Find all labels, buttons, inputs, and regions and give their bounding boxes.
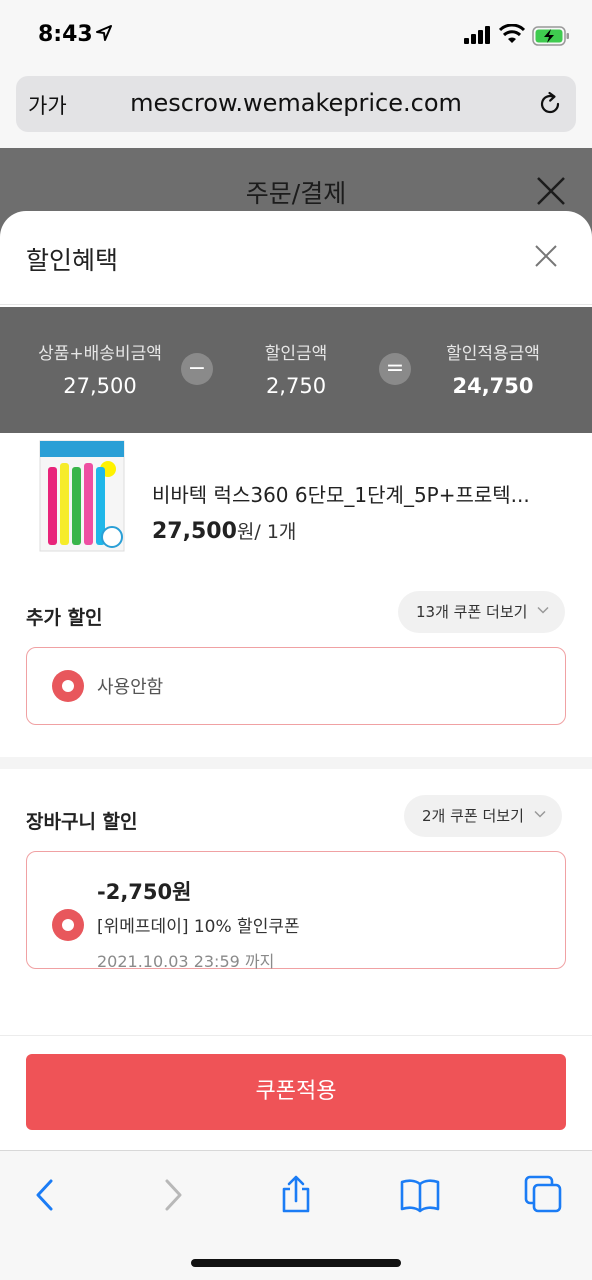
browser-address-area: 가가 mescrow.wemakeprice.com xyxy=(0,60,592,150)
battery-charging-icon xyxy=(532,26,569,46)
sheet-title: 할인혜택 xyxy=(26,246,119,275)
radio-selected-icon[interactable] xyxy=(52,909,84,941)
cart-coupon-option[interactable]: -2,750원 [위메프데이] 10% 할인쿠폰 2021.10.03 23:5… xyxy=(26,851,566,971)
wifi-icon xyxy=(499,24,525,43)
summary-discount: 할인금액 2,750 xyxy=(196,339,396,398)
reload-icon[interactable] xyxy=(536,90,564,118)
additional-discount-label: 추가 할인 xyxy=(26,607,103,629)
summary-subtotal: 상품+배송비금액 27,500 xyxy=(0,339,200,398)
more-coupons-button[interactable]: 2개 쿠폰 더보기 xyxy=(404,795,562,837)
more-coupons-button[interactable]: 13개 쿠폰 더보기 xyxy=(398,591,566,633)
home-indicator xyxy=(191,1259,401,1267)
forward-icon[interactable] xyxy=(152,1175,192,1215)
bookmarks-icon[interactable] xyxy=(400,1175,440,1215)
no-coupon-option[interactable]: 사용안함 xyxy=(26,647,566,725)
browser-toolbar xyxy=(0,1150,592,1280)
coupon-expiry: 2021.10.03 23:59 까지 xyxy=(97,952,275,971)
cart-discount-label: 장바구니 할인 xyxy=(26,811,138,833)
summary-value: 2,750 xyxy=(265,374,327,398)
url-text[interactable]: mescrow.wemakeprice.com xyxy=(16,89,576,117)
address-bar[interactable]: 가가 mescrow.wemakeprice.com xyxy=(16,76,576,132)
sheet-header: 할인혜택 xyxy=(0,211,592,305)
product-price-suffix: 원/ 1개 xyxy=(236,521,297,543)
more-coupons-label: 2개 쿠폰 더보기 xyxy=(422,807,524,825)
close-icon[interactable] xyxy=(534,244,558,268)
product-price-amount: 27,500 xyxy=(152,519,237,544)
chevron-down-icon xyxy=(534,810,546,818)
summary-label: 상품+배송비금액 xyxy=(38,344,162,364)
summary-value: 27,500 xyxy=(63,374,137,398)
summary-value: 24,750 xyxy=(452,374,534,398)
page-title: 주문/결제 xyxy=(245,179,347,208)
product-image xyxy=(38,433,126,553)
radio-selected-icon[interactable] xyxy=(52,670,84,702)
tabs-icon[interactable] xyxy=(524,1175,564,1215)
apply-area: 쿠폰적용 xyxy=(0,1035,592,1151)
apply-coupon-button[interactable]: 쿠폰적용 xyxy=(26,1054,566,1130)
coupon-name: [위메프데이] 10% 할인쿠폰 xyxy=(97,917,300,937)
summary-label: 할인적용금액 xyxy=(446,344,540,364)
close-icon[interactable] xyxy=(536,176,566,206)
product-price: 27,500원/ 1개 xyxy=(152,517,296,544)
coupon-amount: -2,750원 xyxy=(97,880,192,904)
section-divider xyxy=(0,757,592,769)
summary-label: 할인금액 xyxy=(264,344,328,364)
more-coupons-label: 13개 쿠폰 더보기 xyxy=(416,603,528,621)
no-coupon-label: 사용안함 xyxy=(97,677,164,698)
location-arrow-icon xyxy=(96,25,112,41)
status-time: 8:43 xyxy=(38,22,93,47)
price-summary: 상품+배송비금액 27,500 − 할인금액 2,750 = 할인적용금액 24… xyxy=(0,307,592,433)
share-icon[interactable] xyxy=(276,1175,316,1215)
discount-sheet: 할인혜택 상품+배송비금액 27,500 − 할인금액 2,750 = 할인적용… xyxy=(0,211,592,1151)
chevron-down-icon xyxy=(537,606,549,614)
cellular-signal-icon xyxy=(464,26,490,44)
summary-total: 할인적용금액 24,750 xyxy=(393,339,592,398)
back-icon[interactable] xyxy=(26,1175,66,1215)
product-name: 비바텍 럭스360 6단모_1단계_5P+프로텍... xyxy=(152,483,530,507)
